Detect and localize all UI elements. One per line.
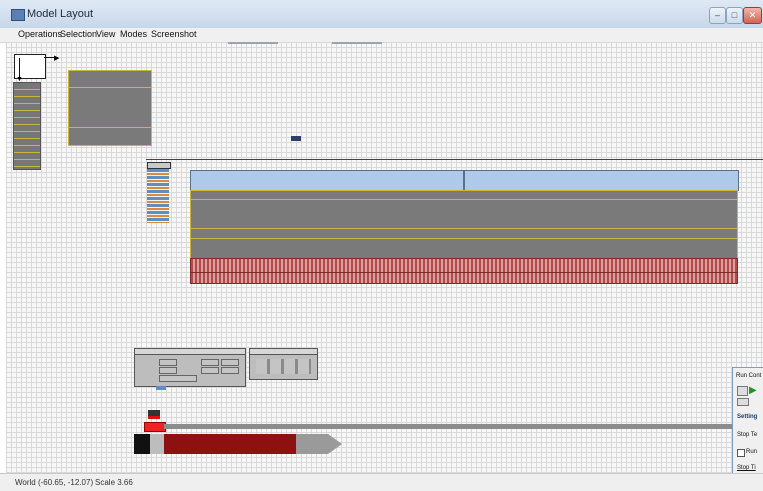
control-panel-right[interactable] bbox=[249, 348, 318, 380]
train-nose bbox=[328, 434, 342, 454]
play-icon[interactable]: ▶ bbox=[749, 385, 757, 396]
close-icon[interactable]: ✕ bbox=[743, 7, 762, 24]
menu-view[interactable]: View bbox=[96, 29, 115, 39]
x-axis-arrow-icon: ▶ bbox=[54, 55, 60, 62]
stop-te-label: Stop Te bbox=[737, 432, 758, 438]
hatched-row-2[interactable] bbox=[190, 272, 738, 284]
control-panel-left[interactable] bbox=[134, 348, 246, 387]
maximize-icon[interactable]: □ bbox=[726, 7, 743, 24]
layout-canvas[interactable]: ▶ ▼ bbox=[6, 42, 763, 473]
scale-readout: Scale 3.66 bbox=[95, 478, 133, 487]
run-control-panel[interactable]: Run Cont ▶ Setting Stop Te Run Stop Ti bbox=[732, 367, 763, 474]
vehicle-light bbox=[148, 416, 160, 419]
minimize-icon[interactable]: – bbox=[709, 7, 726, 24]
top-left-block[interactable] bbox=[68, 70, 152, 146]
menu-modes[interactable]: Modes bbox=[120, 29, 147, 39]
run-panel-title: Run Cont bbox=[736, 373, 762, 379]
status-bar: World (-60.65, -12.07) Scale 3.66 bbox=[0, 473, 763, 491]
side-list[interactable] bbox=[147, 169, 169, 223]
header-left[interactable] bbox=[190, 170, 464, 191]
run-checkbox[interactable] bbox=[737, 449, 745, 457]
scroll-thumb[interactable] bbox=[737, 398, 749, 406]
run-checkbox-label: Run bbox=[746, 449, 758, 455]
app-icon bbox=[11, 9, 25, 21]
header-right[interactable] bbox=[464, 170, 739, 191]
menu-operations[interactable]: Operations bbox=[18, 29, 62, 39]
side-list-header bbox=[147, 162, 171, 169]
left-stack[interactable] bbox=[13, 82, 41, 170]
title-bar: Model Layout – □ ✕ bbox=[0, 0, 763, 29]
window-title: Model Layout bbox=[27, 8, 94, 20]
rail-line bbox=[146, 159, 763, 160]
panel-tag bbox=[156, 386, 166, 390]
track-rail bbox=[164, 424, 763, 429]
train-coupler bbox=[150, 434, 164, 454]
world-coordinates: World (-60.65, -12.07) bbox=[15, 478, 94, 487]
guide-line bbox=[228, 42, 278, 44]
train-head[interactable] bbox=[134, 434, 150, 454]
step-back-icon[interactable] bbox=[737, 386, 748, 396]
hatched-row-1[interactable] bbox=[190, 258, 738, 273]
guide-line bbox=[332, 42, 382, 44]
stop-ti-label: Stop Ti bbox=[737, 465, 756, 471]
train-tail bbox=[296, 434, 328, 454]
small-object[interactable] bbox=[291, 136, 301, 141]
train-car[interactable] bbox=[164, 434, 296, 454]
settings-label: Setting bbox=[737, 414, 758, 420]
menu-selection[interactable]: Selection bbox=[60, 29, 97, 39]
menu-bar: Operations Selection View Modes Screensh… bbox=[0, 28, 763, 43]
vehicle-body[interactable] bbox=[144, 422, 166, 432]
main-block[interactable] bbox=[190, 190, 738, 259]
menu-screenshot[interactable]: Screenshot bbox=[151, 29, 197, 39]
